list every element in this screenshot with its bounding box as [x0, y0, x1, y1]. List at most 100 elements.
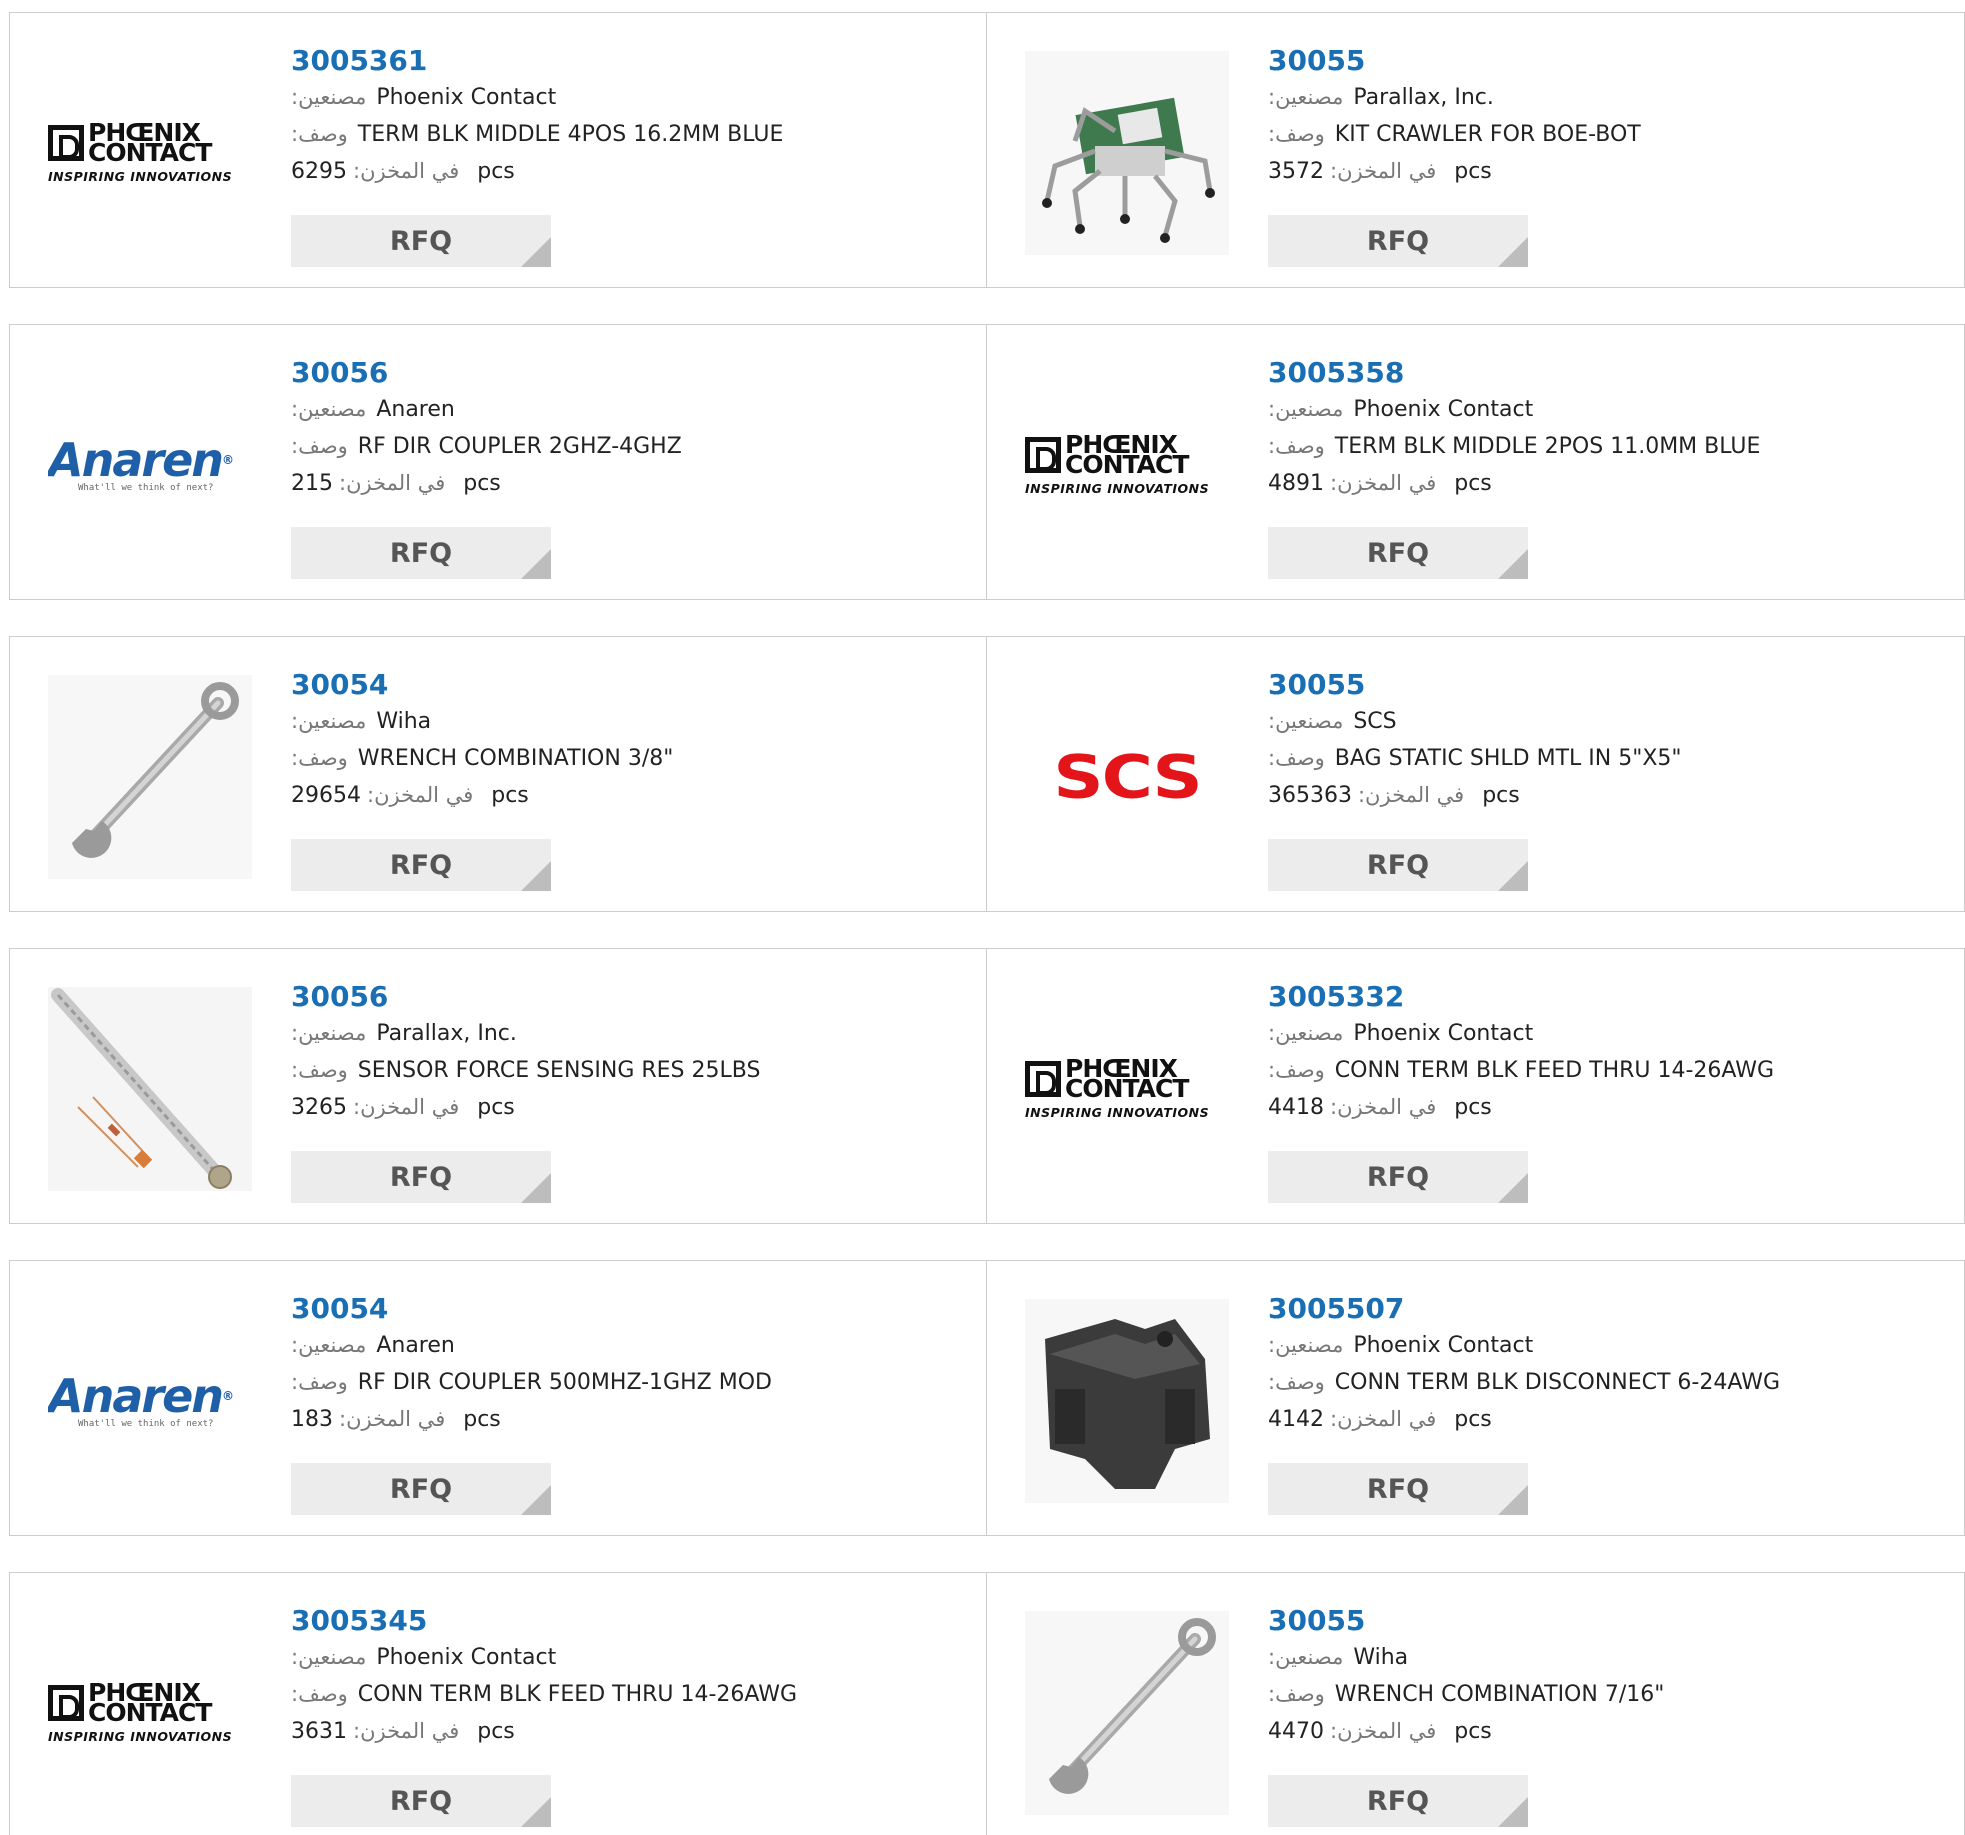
product-info: 3005507 مصنعين: Phoenix Contact وصف: CON…: [1268, 1291, 1780, 1438]
rfq-button[interactable]: RFQ: [1268, 527, 1528, 579]
logo-text-line2: CONTACT: [88, 137, 212, 167]
stock-line: 3631 في المخزن: pcs: [291, 1713, 797, 1750]
description-value: WRENCH COMBINATION 7/16": [1334, 1682, 1665, 1707]
rfq-label: RFQ: [389, 849, 453, 881]
product-thumbnail[interactable]: Anaren® What'll we think of next?: [48, 363, 252, 567]
stock-value: 4891: [1268, 471, 1324, 496]
description-value: BAG STATIC SHLD MTL IN 5"X5": [1334, 746, 1682, 771]
product-thumbnail[interactable]: [1025, 1611, 1229, 1815]
rfq-button[interactable]: RFQ: [291, 215, 551, 267]
description-label: وصف:: [1268, 434, 1325, 458]
manufacturer-value: Anaren: [376, 397, 455, 422]
manufacturer-value: Phoenix Contact: [1353, 1021, 1534, 1046]
rfq-button[interactable]: RFQ: [291, 1775, 551, 1827]
phoenix-mark-icon: [1025, 436, 1061, 473]
product-thumbnail[interactable]: PHŒNIX CONTACT INSPIRING INNOVATIONS: [1025, 987, 1229, 1191]
product-thumbnail[interactable]: PHŒNIX CONTACT INSPIRING INNOVATIONS: [48, 51, 252, 255]
product-card: 30055 مصنعين: Wiha وصف: WRENCH COMBINATI…: [987, 1572, 1965, 1835]
part-number-link[interactable]: 3005332: [1268, 979, 1774, 1015]
manufacturer-value: Parallax, Inc.: [376, 1021, 517, 1046]
stock-unit: pcs: [463, 471, 501, 496]
part-number-link[interactable]: 30054: [291, 667, 673, 703]
rfq-button[interactable]: RFQ: [291, 839, 551, 891]
part-number-link[interactable]: 3005345: [291, 1603, 797, 1639]
manufacturer-line: مصنعين: Anaren: [291, 1327, 772, 1364]
stock-value: 4142: [1268, 1407, 1324, 1432]
rfq-button[interactable]: RFQ: [1268, 1775, 1528, 1827]
product-thumbnail[interactable]: Anaren® What'll we think of next?: [48, 1299, 252, 1503]
product-row: PHŒNIX CONTACT INSPIRING INNOVATIONS 3005…: [9, 1572, 1965, 1835]
stock-line: 3265 في المخزن: pcs: [291, 1089, 760, 1126]
rfq-button[interactable]: RFQ: [1268, 1463, 1528, 1515]
rfq-button[interactable]: RFQ: [291, 527, 551, 579]
product-card: Anaren® What'll we think of next? 30056 …: [9, 324, 987, 600]
rfq-label: RFQ: [389, 1785, 453, 1817]
rfq-label: RFQ: [1366, 537, 1430, 569]
manufacturer-line: مصنعين: Phoenix Contact: [1268, 1015, 1774, 1052]
rfq-button[interactable]: RFQ: [291, 1151, 551, 1203]
stock-value: 183: [291, 1407, 333, 1432]
product-thumbnail[interactable]: PHŒNIX CONTACT INSPIRING INNOVATIONS: [48, 1611, 252, 1815]
description-value: CONN TERM BLK FEED THRU 14-26AWG: [357, 1682, 798, 1707]
part-number-link[interactable]: 30056: [291, 979, 760, 1015]
stock-unit: pcs: [1454, 1719, 1492, 1744]
manufacturer-line: مصنعين: Anaren: [291, 391, 682, 428]
stock-value: 365363: [1268, 783, 1352, 808]
manufacturer-value: Phoenix Contact: [1353, 397, 1534, 422]
rfq-button[interactable]: RFQ: [1268, 215, 1528, 267]
description-value: TERM BLK MIDDLE 2POS 11.0MM BLUE: [1334, 434, 1761, 459]
description-line: وصف: TERM BLK MIDDLE 2POS 11.0MM BLUE: [1268, 428, 1760, 465]
logo-tagline: INSPIRING INNOVATIONS: [1025, 480, 1210, 496]
rfq-button[interactable]: RFQ: [1268, 1151, 1528, 1203]
product-thumbnail[interactable]: [1025, 51, 1229, 255]
product-thumbnail[interactable]: SCS: [1025, 675, 1229, 879]
wrench-image: [1025, 1611, 1229, 1815]
stock-unit: pcs: [1454, 471, 1492, 496]
manufacturer-line: مصنعين: Phoenix Contact: [291, 79, 783, 116]
force-sensor-image: [48, 987, 252, 1191]
product-thumbnail[interactable]: [48, 675, 252, 879]
part-number-link[interactable]: 30055: [1268, 1603, 1664, 1639]
product-thumbnail[interactable]: [1025, 1299, 1229, 1503]
manufacturer-line: مصنعين: Wiha: [291, 703, 673, 740]
stock-unit: pcs: [477, 159, 515, 184]
product-card: 30056 مصنعين: Parallax, Inc. وصف: SENSOR…: [9, 948, 987, 1224]
rfq-label: RFQ: [1366, 1473, 1430, 1505]
phoenix-mark-icon: [1025, 1060, 1061, 1097]
part-number-link[interactable]: 3005507: [1268, 1291, 1780, 1327]
stock-line: 365363 في المخزن: pcs: [1268, 777, 1682, 814]
product-row: PHŒNIX CONTACT INSPIRING INNOVATIONS 3005…: [9, 12, 1965, 288]
part-number-link[interactable]: 30055: [1268, 667, 1682, 703]
manufacturer-line: مصنعين: Wiha: [1268, 1639, 1664, 1676]
product-thumbnail[interactable]: [48, 987, 252, 1191]
description-label: وصف:: [291, 122, 348, 146]
rfq-label: RFQ: [1366, 1785, 1430, 1817]
description-label: وصف:: [1268, 1370, 1325, 1394]
rfq-corner-decoration: [1498, 1485, 1528, 1515]
part-number-link[interactable]: 3005358: [1268, 355, 1760, 391]
description-label: وصف:: [291, 1058, 348, 1082]
rfq-button[interactable]: RFQ: [1268, 839, 1528, 891]
stock-label: في المخزن:: [353, 1095, 460, 1119]
rfq-button[interactable]: RFQ: [291, 1463, 551, 1515]
stock-label: في المخزن:: [1330, 1095, 1437, 1119]
product-info: 30055 مصنعين: SCS وصف: BAG STATIC SHLD M…: [1268, 667, 1682, 814]
logo-tagline: What'll we think of next?: [78, 483, 214, 493]
part-number-link[interactable]: 30054: [291, 1291, 772, 1327]
manufacturer-line: مصنعين: Phoenix Contact: [1268, 391, 1760, 428]
part-number-link[interactable]: 30055: [1268, 43, 1641, 79]
scs-logo: SCS: [1053, 742, 1203, 812]
phoenix-mark-icon: [48, 1684, 84, 1721]
description-value: TERM BLK MIDDLE 4POS 16.2MM BLUE: [357, 122, 784, 147]
part-number-link[interactable]: 30056: [291, 355, 682, 391]
description-value: SENSOR FORCE SENSING RES 25LBS: [357, 1058, 761, 1083]
stock-value: 215: [291, 471, 333, 496]
stock-unit: pcs: [1454, 1407, 1492, 1432]
product-thumbnail[interactable]: PHŒNIX CONTACT INSPIRING INNOVATIONS: [1025, 363, 1229, 567]
manufacturer-label: مصنعين:: [291, 1645, 367, 1669]
description-line: وصف: BAG STATIC SHLD MTL IN 5"X5": [1268, 740, 1682, 777]
manufacturer-label: مصنعين:: [1268, 1021, 1344, 1045]
part-number-link[interactable]: 3005361: [291, 43, 783, 79]
manufacturer-label: مصنعين:: [1268, 85, 1344, 109]
manufacturer-label: مصنعين:: [291, 1021, 367, 1045]
